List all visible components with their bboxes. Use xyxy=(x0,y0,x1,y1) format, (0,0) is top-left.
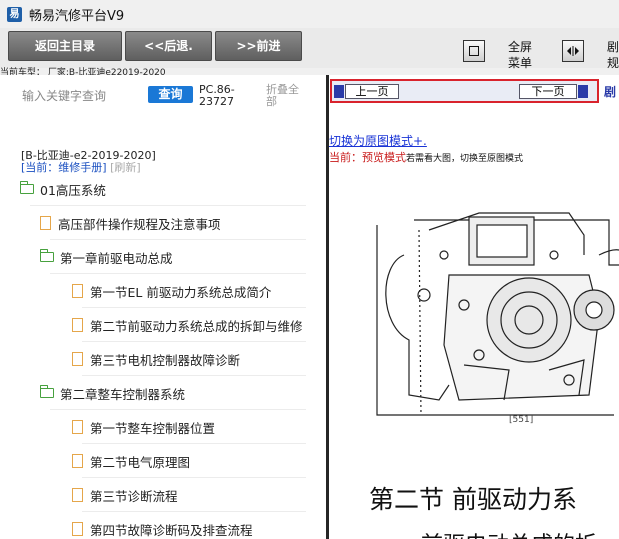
mode-prefix: 当前： xyxy=(329,151,362,164)
switch-original-mode-link[interactable]: 切换为原图模式+. xyxy=(329,132,427,149)
folder-icon xyxy=(19,181,34,194)
tree-item-label: 第二章整车控制器系统 xyxy=(60,386,186,402)
toolbar: 返回主目录 <<后退. >>前进 全屏 菜单 剧 规 xyxy=(0,28,619,70)
title-bar: 易 畅易汽修平台V9 xyxy=(0,0,619,29)
tree-item-label: 第三节电机控制器故障诊断 xyxy=(90,352,241,368)
tree-item-label: 高压部件操作规程及注意事项 xyxy=(58,216,221,232)
viewer-panel: 上一页 下一页 剧 切换为原图模式+. 当前：预览模式若需看大图，切换至原图模式 xyxy=(329,75,619,539)
fullscreen-label: 全屏 xyxy=(508,40,533,54)
section-subtitle: 前驱电动总成的拆 xyxy=(421,527,597,539)
document-icon xyxy=(72,420,83,434)
gearbox-diagram xyxy=(376,212,619,416)
tree-folder-item[interactable]: 第二章整车控制器系统 xyxy=(0,376,326,410)
mode-status: 当前：预览模式若需看大图，切换至原图模式 xyxy=(329,149,523,165)
fold-all-button[interactable]: 折叠全部 xyxy=(266,84,306,108)
tree-doc-item[interactable]: 高压部件操作规程及注意事项 xyxy=(0,206,326,240)
window-title: 畅易汽修平台V9 xyxy=(29,9,125,24)
forward-button[interactable]: >>前进 xyxy=(215,31,302,61)
tree-doc-item[interactable]: 第四节故障诊断码及排查流程 xyxy=(0,512,326,539)
tree-doc-item[interactable]: 第一节EL 前驱动力系统总成简介 xyxy=(0,274,326,308)
home-button[interactable]: 返回主目录 xyxy=(8,31,122,61)
tree-item-label: 01高压系统 xyxy=(40,182,106,198)
split-arrows-icon xyxy=(567,46,579,56)
tree-folder-item[interactable]: 01高压系统 xyxy=(0,172,326,206)
cut-label-top: 剧 xyxy=(607,40,619,54)
search-button[interactable]: 查询 xyxy=(148,86,193,103)
tree-doc-item[interactable]: 第一节整车控制器位置 xyxy=(0,410,326,444)
tree-item-label: 第四节故障诊断码及排查流程 xyxy=(90,522,253,538)
folder-icon xyxy=(39,385,54,398)
left-panel: 输入关键字查询 查询 PC.86-23727 折叠全部 [B-比亚迪-e2-20… xyxy=(0,75,326,539)
next-arrow-icon xyxy=(578,85,588,98)
tree-doc-item[interactable]: 第三节电机控制器故障诊断 xyxy=(0,342,326,376)
cut-label-bottom: 规 xyxy=(607,56,619,70)
menu-label: 菜单 xyxy=(508,56,533,70)
back-button[interactable]: <<后退. xyxy=(125,31,212,61)
folder-icon xyxy=(39,249,54,262)
document-icon xyxy=(72,522,83,536)
document-icon xyxy=(72,488,83,502)
cut-off-label: 剧 xyxy=(604,85,617,99)
tree-item-label: 第一章前驱电动总成 xyxy=(60,250,173,266)
split-view-button[interactable] xyxy=(562,40,584,62)
tree-item-label: 第三节诊断流程 xyxy=(90,488,178,504)
section-title: 第二节 前驱动力系 xyxy=(369,485,577,514)
document-icon xyxy=(72,352,83,366)
tree-doc-item[interactable]: 第二节前驱动力系统总成的拆卸与维修 xyxy=(0,308,326,342)
tree-item-label: 第一节整车控制器位置 xyxy=(90,420,216,436)
fullscreen-toggle-button[interactable] xyxy=(463,40,485,62)
search-input[interactable]: 输入关键字查询 xyxy=(22,87,106,104)
document-icon xyxy=(72,318,83,332)
mode-hint: 若需看大图，切换至原图模式 xyxy=(406,154,524,164)
figure-label: [551] xyxy=(509,415,534,425)
tree-item-label: 第二节电气原理图 xyxy=(90,454,191,470)
window-icon xyxy=(469,46,479,56)
pager-bar: 上一页 下一页 xyxy=(330,79,599,103)
document-icon xyxy=(72,284,83,298)
tree-item-label: 第二节前驱动力系统总成的拆卸与维修 xyxy=(90,318,303,334)
tree-doc-item[interactable]: 第三节诊断流程 xyxy=(0,478,326,512)
next-page-button[interactable]: 下一页 xyxy=(519,84,577,99)
mode-name: 预览模式 xyxy=(362,151,406,164)
prev-arrow-icon xyxy=(334,85,344,98)
tree-item-label: 第一节EL 前驱动力系统总成简介 xyxy=(90,284,272,300)
prev-page-button[interactable]: 上一页 xyxy=(345,84,399,99)
document-icon xyxy=(40,216,51,230)
tree-doc-item[interactable]: 第二节电气原理图 xyxy=(0,444,326,478)
tree-folder-item[interactable]: 第一章前驱电动总成 xyxy=(0,240,326,274)
pc-code: PC.86-23727 xyxy=(199,83,235,108)
app-icon: 易 xyxy=(7,7,22,22)
document-icon xyxy=(72,454,83,468)
